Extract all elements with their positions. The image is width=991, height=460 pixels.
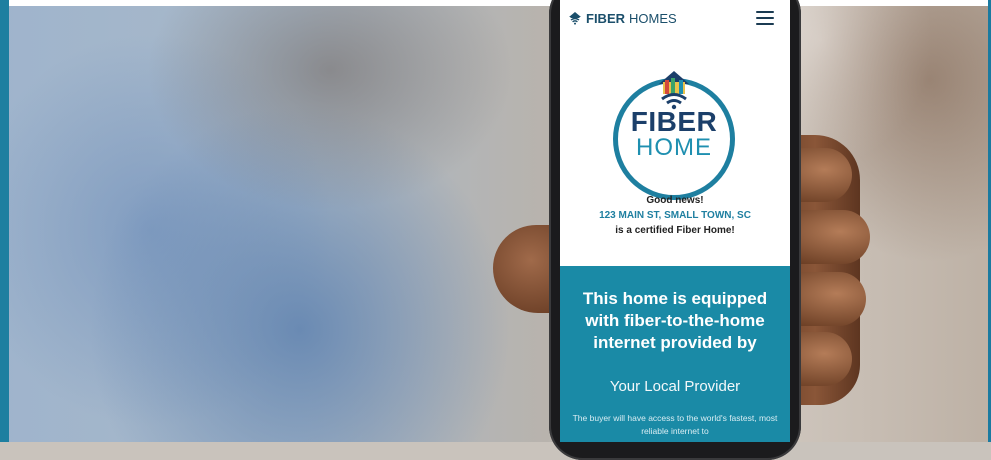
phone-screen: FIBER HOMES FIBER HOME Good news! 123 MAI…: [560, 0, 790, 442]
greeting-text: Good news!: [646, 195, 704, 206]
wifi-house-icon: [569, 12, 581, 25]
brand-name-bold: FIBER: [586, 10, 625, 26]
provider-name: Your Local Provider: [609, 378, 741, 395]
fiber-home-badge: FIBER HOME: [608, 66, 740, 200]
hamburger-menu-icon[interactable]: [756, 11, 774, 25]
provider-banner: This home is equipped with fiber-to-the-…: [560, 266, 790, 442]
banner-headline: This home is equipped with fiber-to-the-…: [582, 289, 768, 352]
house-wifi-icon: [659, 71, 689, 110]
address-text: 123 MAIN ST, SMALL TOWN, SC: [599, 210, 751, 221]
certified-text: is a certified Fiber Home!: [615, 225, 735, 236]
brand-logo[interactable]: FIBER HOMES: [568, 11, 677, 26]
background-photo: [0, 0, 991, 442]
badge-subtitle: HOME: [636, 134, 712, 161]
top-nav: FIBER HOMES: [560, 0, 790, 36]
left-accent-stripe: [0, 0, 9, 442]
top-border: [0, 0, 991, 6]
banner-body: The buyer will have access to the world'…: [572, 413, 778, 436]
brand-name-light: HOMES: [629, 10, 677, 26]
